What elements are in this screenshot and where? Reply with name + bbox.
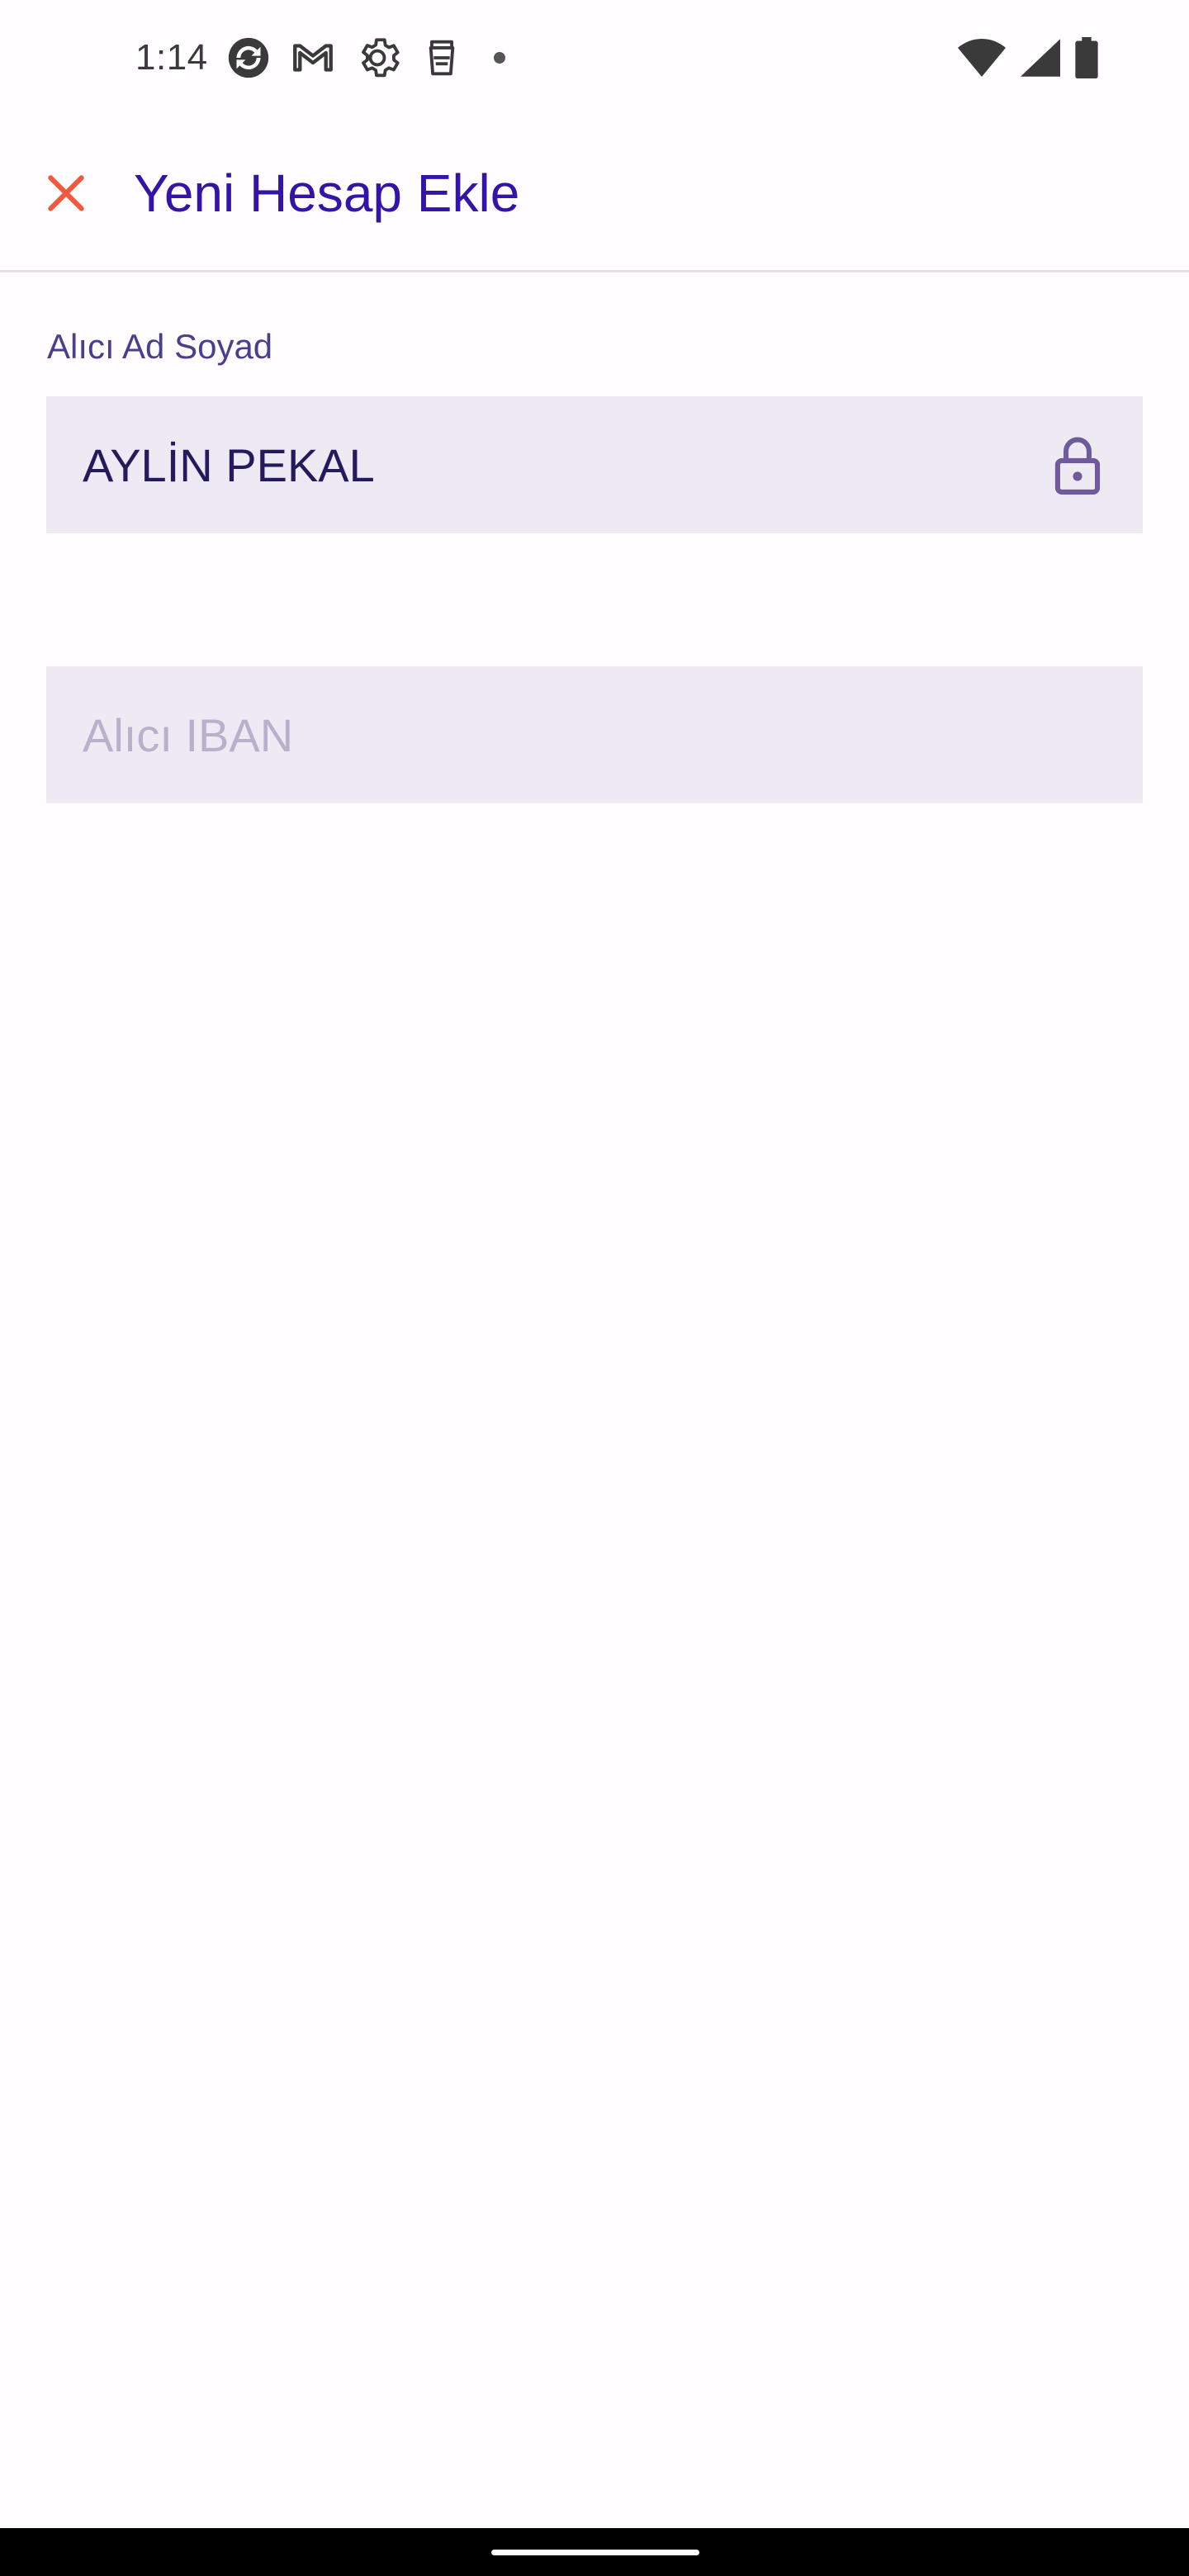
recipient-name-value: AYLİN PEKAL: [83, 438, 375, 491]
sync-icon: [225, 34, 272, 82]
close-icon: [43, 170, 89, 216]
page-title: Yeni Hesap Ekle: [134, 163, 520, 223]
recipient-iban-input[interactable]: [83, 708, 1106, 762]
settings-gear-icon: [353, 34, 401, 82]
notification-icons: [225, 34, 505, 82]
close-button[interactable]: [33, 160, 99, 226]
recipient-name-field[interactable]: AYLİN PEKAL: [46, 396, 1143, 533]
home-gesture-handle[interactable]: [491, 2550, 699, 2555]
status-bar: 1:14: [0, 0, 1189, 116]
sim-toolkit-icon: [418, 34, 466, 82]
wifi-icon: [958, 39, 1006, 77]
more-dot-icon: [493, 52, 505, 64]
cell-signal-icon: [1021, 39, 1060, 77]
battery-icon: [1075, 37, 1098, 78]
status-time: 1:14: [135, 37, 208, 78]
gmail-icon: [289, 34, 337, 82]
app-bar: Yeni Hesap Ekle: [0, 116, 1189, 272]
recipient-name-label: Alıcı Ad Soyad: [47, 327, 273, 366]
recipient-iban-field[interactable]: [46, 666, 1143, 803]
navigation-bar: [0, 2528, 1189, 2576]
lock-icon: [1049, 432, 1106, 498]
system-icons: [958, 37, 1098, 78]
